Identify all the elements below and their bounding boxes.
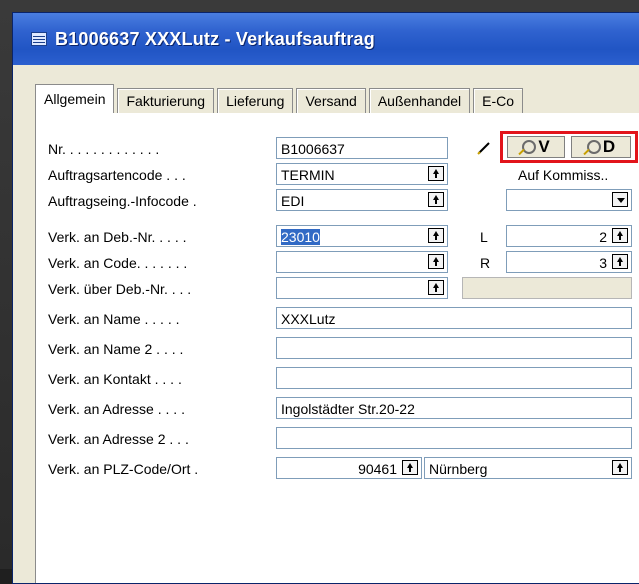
auftragsart-label: Auftragsartencode . . .	[48, 167, 186, 183]
adresse2-field[interactable]	[276, 427, 632, 449]
adresse-field[interactable]: Ingolstädter Str.20-22	[276, 397, 632, 419]
row-name2: Verk. an Name 2 . . . .	[36, 337, 639, 361]
auftragseing-field[interactable]: EDI	[276, 189, 448, 211]
kontakt-field[interactable]	[276, 367, 632, 389]
ueber-deb-label: Verk. über Deb.-Nr. . . .	[48, 281, 192, 297]
magnifier-icon	[586, 140, 601, 154]
l-label: L	[480, 229, 488, 245]
name-field[interactable]: XXXLutz	[276, 307, 632, 329]
pencil-icon[interactable]	[477, 141, 491, 155]
auftragsart-field[interactable]: TERMIN	[276, 163, 448, 185]
row-kontakt: Verk. an Kontakt . . . .	[36, 367, 639, 391]
deb-nr-value: 23010	[281, 229, 320, 245]
lookup-up-icon[interactable]	[402, 460, 418, 475]
adresse2-label: Verk. an Adresse 2 . . .	[48, 431, 189, 447]
row-adresse2: Verk. an Adresse 2 . . .	[36, 427, 639, 451]
lookup-up-icon[interactable]	[428, 254, 444, 269]
row-code: Verk. an Code. . . . . . . R 3	[36, 251, 639, 275]
nr-label: Nr. . . . . . . . . . . . .	[48, 141, 160, 157]
lookup-up-icon[interactable]	[612, 254, 628, 269]
code-field[interactable]	[276, 251, 448, 273]
auftragseing-label: Auftragseing.-Infocode .	[48, 193, 197, 209]
lookup-up-icon[interactable]	[428, 166, 444, 181]
lookup-up-icon[interactable]	[428, 228, 444, 243]
lookup-v-label: V	[538, 137, 550, 156]
row-deb-nr: Verk. an Deb.-Nr. . . . . 23010 L 2	[36, 225, 639, 249]
lookup-up-icon[interactable]	[612, 228, 628, 243]
row-adresse: Verk. an Adresse . . . . Ingolstädter St…	[36, 397, 639, 421]
row-nr: Nr. . . . . . . . . . . . . B1006637 V D	[36, 131, 639, 163]
nr-field[interactable]: B1006637	[276, 137, 448, 159]
name2-field[interactable]	[276, 337, 632, 359]
ueber-deb-field[interactable]	[276, 277, 448, 299]
lookup-up-icon[interactable]	[612, 460, 628, 475]
name2-label: Verk. an Name 2 . . . .	[48, 341, 184, 357]
ueber-deb-extra-field	[462, 277, 632, 299]
magnifier-icon	[522, 140, 537, 154]
row-name: Verk. an Name . . . . . XXXLutz	[36, 307, 639, 331]
row-plz: Verk. an PLZ-Code/Ort . 90461 Nürnberg	[36, 457, 639, 481]
plz-label: Verk. an PLZ-Code/Ort .	[48, 461, 199, 477]
tab-e-commerce[interactable]: E-Co	[473, 88, 524, 113]
name-label: Verk. an Name . . . . .	[48, 311, 180, 327]
lookup-d-button[interactable]: D	[571, 136, 631, 158]
kommiss-label: Auf Kommiss..	[518, 167, 609, 183]
lookup-d-label: D	[602, 137, 616, 156]
tab-strip: Allgemein Fakturierung Lieferung Versand…	[35, 84, 639, 113]
row-auftragsart: Auftragsartencode . . . TERMIN Auf Kommi…	[36, 163, 639, 187]
general-panel: Nr. . . . . . . . . . . . . B1006637 V D…	[35, 113, 639, 583]
tab-aussenhandel[interactable]: Außenhandel	[368, 88, 471, 113]
tab-versand[interactable]: Versand	[296, 88, 366, 113]
lookup-v-button[interactable]: V	[507, 136, 565, 158]
tab-fakturierung[interactable]: Fakturierung	[117, 88, 215, 113]
window-title: B1006637 XXXLutz - Verkaufsauftrag	[55, 28, 375, 49]
adresse-label: Verk. an Adresse . . . .	[48, 401, 185, 417]
r-label: R	[480, 255, 491, 271]
row-auftragseing: Auftragseing.-Infocode . EDI	[36, 189, 639, 213]
tab-lieferung[interactable]: Lieferung	[217, 88, 294, 113]
sales-order-window: B1006637 XXXLutz - Verkaufsauftrag Allge…	[12, 12, 639, 584]
kontakt-label: Verk. an Kontakt . . . .	[48, 371, 182, 387]
lookup-up-icon[interactable]	[428, 280, 444, 295]
dropdown-icon[interactable]	[612, 192, 628, 207]
ort-field[interactable]: Nürnberg	[424, 457, 632, 479]
plz-field[interactable]: 90461	[276, 457, 422, 479]
code-label: Verk. an Code. . . . . . .	[48, 255, 188, 271]
row-ueber-deb: Verk. über Deb.-Nr. . . .	[36, 277, 639, 301]
deb-nr-label: Verk. an Deb.-Nr. . . . .	[48, 229, 187, 245]
lookup-toolbox: V D	[500, 131, 638, 163]
title-bar[interactable]: B1006637 XXXLutz - Verkaufsauftrag	[13, 13, 639, 65]
lookup-up-icon[interactable]	[428, 192, 444, 207]
tab-allgemein[interactable]: Allgemein	[35, 84, 115, 113]
deb-nr-field[interactable]: 23010	[276, 225, 448, 247]
form-icon	[31, 32, 47, 46]
